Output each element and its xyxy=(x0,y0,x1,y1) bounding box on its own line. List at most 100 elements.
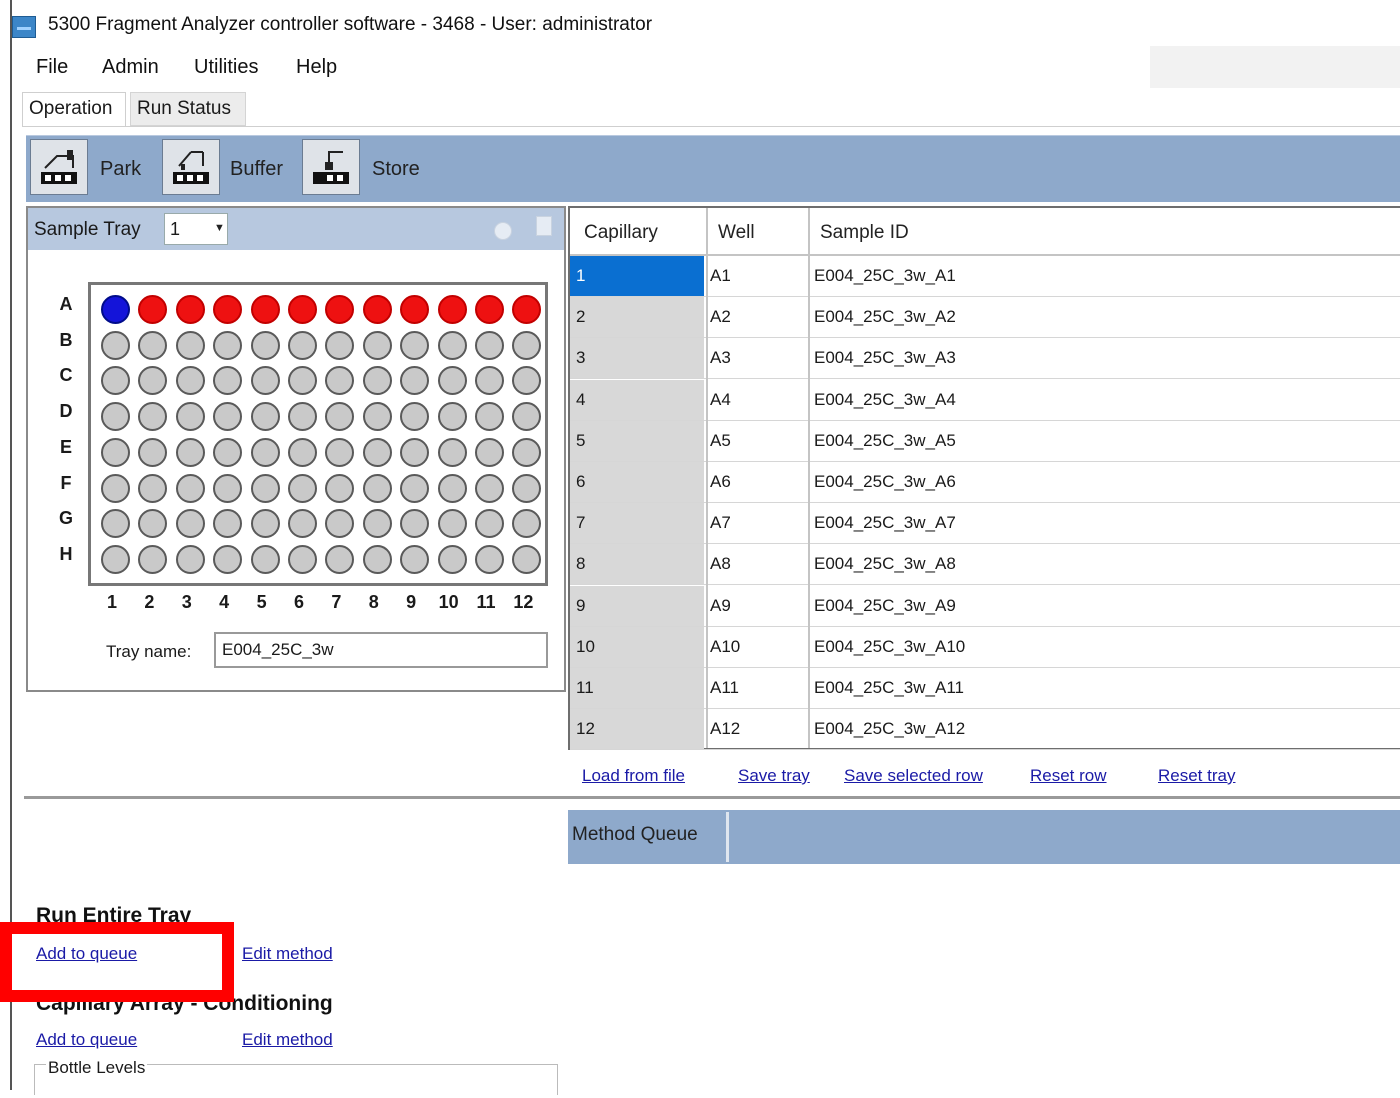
row-label-e[interactable]: E xyxy=(56,437,76,458)
buffer-button[interactable] xyxy=(162,139,220,195)
cell-capillary[interactable]: 10 xyxy=(570,626,704,667)
well-b7[interactable] xyxy=(325,330,355,360)
menu-help[interactable]: Help xyxy=(296,56,337,79)
well-a1[interactable] xyxy=(101,295,130,324)
well-g3[interactable] xyxy=(175,509,205,539)
store-label[interactable]: Store xyxy=(372,158,420,181)
cell-capillary[interactable]: 7 xyxy=(570,503,704,544)
well-f9[interactable] xyxy=(400,473,430,503)
cell-well[interactable]: A6 xyxy=(710,462,731,502)
cell-sample-id[interactable]: E004_25C_3w_A4 xyxy=(814,380,956,420)
cell-capillary[interactable]: 5 xyxy=(570,420,704,461)
well-f5[interactable] xyxy=(250,473,280,503)
well-g1[interactable] xyxy=(101,509,130,539)
well-b12[interactable] xyxy=(512,330,542,360)
well-e3[interactable] xyxy=(175,437,205,467)
park-button[interactable] xyxy=(30,139,88,195)
header-sample-id[interactable]: Sample ID xyxy=(820,222,909,244)
cell-capillary[interactable]: 3 xyxy=(570,338,704,379)
well-h9[interactable] xyxy=(400,544,430,574)
well-h4[interactable] xyxy=(213,544,243,574)
well-e12[interactable] xyxy=(512,437,542,467)
well-h12[interactable] xyxy=(512,544,542,574)
column-label-1[interactable]: 1 xyxy=(97,592,127,613)
well-e7[interactable] xyxy=(325,437,355,467)
cell-sample-id[interactable]: E004_25C_3w_A8 xyxy=(814,544,956,584)
well-h10[interactable] xyxy=(437,544,467,574)
well-b1[interactable] xyxy=(101,330,130,360)
well-c9[interactable] xyxy=(400,366,430,396)
well-h3[interactable] xyxy=(175,544,205,574)
cell-capillary[interactable]: 6 xyxy=(570,462,704,502)
well-g4[interactable] xyxy=(213,509,243,539)
well-c10[interactable] xyxy=(437,366,467,396)
well-f12[interactable] xyxy=(512,473,542,503)
table-row[interactable]: 3 A3 E004_25C_3w_A3 xyxy=(570,338,1400,380)
well-e5[interactable] xyxy=(250,437,280,467)
header-well[interactable]: Well xyxy=(718,222,755,244)
well-f3[interactable] xyxy=(175,473,205,503)
well-a3[interactable] xyxy=(175,295,205,324)
reset-tray-link[interactable]: Reset tray xyxy=(1158,766,1235,786)
column-label-9[interactable]: 9 xyxy=(396,592,426,613)
well-a2[interactable] xyxy=(138,295,168,324)
cell-sample-id[interactable]: E004_25C_3w_A6 xyxy=(814,462,956,502)
row-label-h[interactable]: H xyxy=(56,544,76,565)
well-h7[interactable] xyxy=(325,544,355,574)
column-label-7[interactable]: 7 xyxy=(321,592,351,613)
table-row[interactable]: 12 A12 E004_25C_3w_A12 xyxy=(570,709,1400,751)
cell-well[interactable]: A10 xyxy=(710,627,740,667)
run-tray-edit-method-link[interactable]: Edit method xyxy=(242,944,333,964)
well-f2[interactable] xyxy=(138,473,168,503)
cell-capillary[interactable]: 11 xyxy=(570,668,704,708)
cell-sample-id[interactable]: E004_25C_3w_A10 xyxy=(814,627,965,667)
well-e11[interactable] xyxy=(475,437,504,467)
cell-sample-id[interactable]: E004_25C_3w_A11 xyxy=(814,668,964,708)
well-c7[interactable] xyxy=(325,366,355,396)
well-f1[interactable] xyxy=(101,473,130,503)
well-e4[interactable] xyxy=(213,437,243,467)
well-a4[interactable] xyxy=(213,295,243,324)
table-row[interactable]: 5 A5 E004_25C_3w_A5 xyxy=(570,420,1400,462)
well-e9[interactable] xyxy=(400,437,430,467)
column-label-4[interactable]: 4 xyxy=(209,592,239,613)
cell-sample-id[interactable]: E004_25C_3w_A12 xyxy=(814,709,965,749)
well-d2[interactable] xyxy=(138,402,168,432)
column-label-12[interactable]: 12 xyxy=(508,592,538,613)
column-label-3[interactable]: 3 xyxy=(172,592,202,613)
well-a8[interactable] xyxy=(362,295,392,324)
park-label[interactable]: Park xyxy=(100,158,141,181)
well-c1[interactable] xyxy=(101,366,130,396)
well-f4[interactable] xyxy=(213,473,243,503)
well-e10[interactable] xyxy=(437,437,467,467)
well-h11[interactable] xyxy=(475,544,504,574)
well-h2[interactable] xyxy=(138,544,168,574)
well-c11[interactable] xyxy=(475,366,504,396)
conditioning-add-to-queue-link[interactable]: Add to queue xyxy=(36,1030,137,1050)
well-g8[interactable] xyxy=(362,509,392,539)
column-label-2[interactable]: 2 xyxy=(134,592,164,613)
save-selected-row-link[interactable]: Save selected row xyxy=(844,766,983,786)
buffer-label[interactable]: Buffer xyxy=(230,158,283,181)
well-d9[interactable] xyxy=(400,402,430,432)
well-g2[interactable] xyxy=(138,509,168,539)
well-h1[interactable] xyxy=(101,544,130,574)
well-g9[interactable] xyxy=(400,509,430,539)
well-a11[interactable] xyxy=(475,295,504,324)
tab-operation[interactable]: Operation xyxy=(22,92,126,126)
well-b4[interactable] xyxy=(213,330,243,360)
table-row[interactable]: 7 A7 E004_25C_3w_A7 xyxy=(570,503,1400,545)
well-d6[interactable] xyxy=(288,402,317,432)
well-a7[interactable] xyxy=(325,295,355,324)
table-row[interactable]: 2 A2 E004_25C_3w_A2 xyxy=(570,297,1400,339)
column-label-10[interactable]: 10 xyxy=(434,592,464,613)
well-c8[interactable] xyxy=(362,366,392,396)
well-f11[interactable] xyxy=(475,473,504,503)
table-row[interactable]: 6 A6 E004_25C_3w_A6 xyxy=(570,462,1400,503)
well-d4[interactable] xyxy=(213,402,243,432)
well-d12[interactable] xyxy=(512,402,542,432)
well-a5[interactable] xyxy=(250,295,280,324)
chevron-down-icon[interactable]: ▼ xyxy=(214,222,225,234)
row-label-c[interactable]: C xyxy=(56,365,76,386)
well-d11[interactable] xyxy=(475,402,504,432)
